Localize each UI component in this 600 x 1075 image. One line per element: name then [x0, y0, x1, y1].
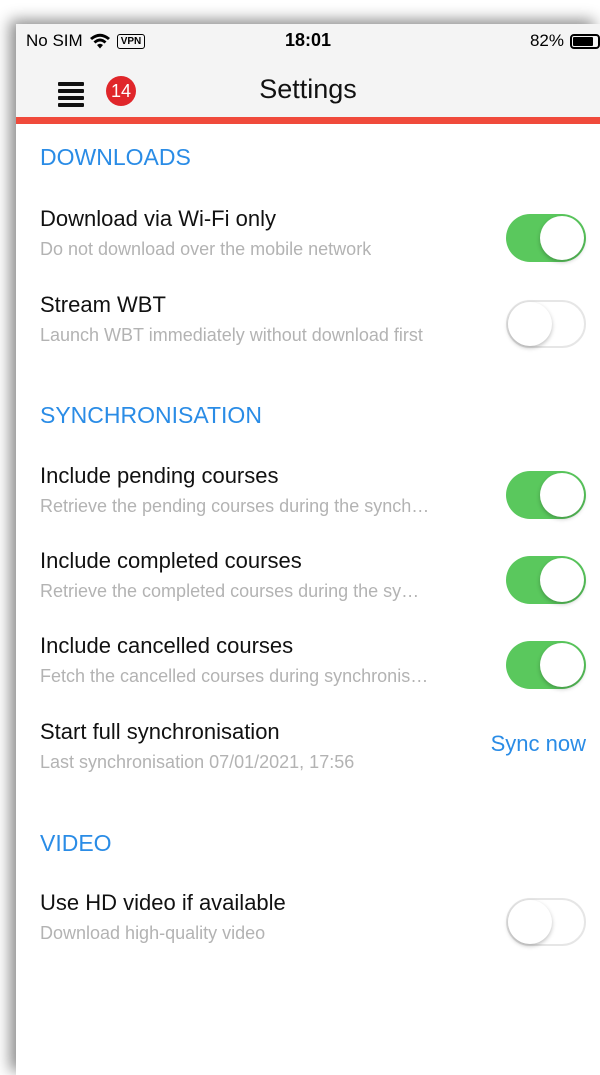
status-bar: No SIM VPN 18:01 82%: [16, 24, 600, 60]
battery-percent: 82%: [529, 31, 564, 50]
status-bar-right: 82%: [530, 31, 600, 51]
wifi-only-toggle[interactable]: [506, 214, 586, 262]
navigation-bar: 14 Settings: [16, 60, 600, 120]
stream-wbt-toggle[interactable]: [506, 300, 586, 348]
completed-courses-toggle[interactable]: [506, 556, 586, 604]
section-header-video: VIDEO: [40, 830, 112, 856]
setting-row-hd-video: Use HD video if available Download high-…: [40, 890, 586, 956]
page-title: Settings: [259, 74, 357, 104]
setting-title: Include pending courses: [40, 463, 279, 488]
setting-subtitle: Download high-quality video: [40, 923, 266, 943]
setting-row-pending-courses: Include pending courses Retrieve the pen…: [40, 463, 586, 529]
setting-subtitle: Do not download over the mobile network: [40, 239, 372, 259]
setting-subtitle: Fetch the cancelled courses during synch…: [40, 666, 429, 686]
setting-title: Start full synchronisation: [40, 719, 280, 744]
sync-now-button[interactable]: Sync now: [491, 731, 586, 757]
status-bar-time: 18:01: [284, 30, 332, 50]
setting-subtitle: Launch WBT immediately without download …: [40, 325, 423, 345]
setting-subtitle: Retrieve the completed courses during th…: [40, 581, 420, 601]
setting-subtitle: Last synchronisation 07/01/2021, 17:56: [40, 752, 355, 772]
battery-icon: [570, 33, 600, 49]
screenshot-frame: No SIM VPN 18:01 82% 14 Settings DOWNLOA…: [0, 0, 600, 1075]
setting-title: Stream WBT: [40, 292, 166, 317]
section-header-downloads: DOWNLOADS: [40, 144, 191, 170]
header-accent-line: [16, 117, 600, 124]
setting-row-wifi-only: Download via Wi-Fi only Do not download …: [40, 206, 586, 272]
cancelled-courses-toggle[interactable]: [506, 641, 586, 689]
setting-title: Include cancelled courses: [40, 633, 294, 658]
phone-screen: No SIM VPN 18:01 82% 14 Settings DOWNLOA…: [16, 24, 600, 1075]
setting-subtitle: Retrieve the pending courses during the …: [40, 496, 430, 516]
setting-row-full-sync: Start full synchronisation Last synchron…: [40, 719, 586, 785]
pending-courses-toggle[interactable]: [506, 471, 586, 519]
hd-video-toggle[interactable]: [506, 898, 586, 946]
setting-title: Include completed courses: [40, 548, 302, 573]
setting-title: Use HD video if available: [40, 890, 286, 915]
setting-title: Download via Wi-Fi only: [40, 206, 276, 231]
section-header-synchronisation: SYNCHRONISATION: [40, 402, 262, 428]
setting-row-completed-courses: Include completed courses Retrieve the c…: [40, 548, 586, 614]
setting-row-cancelled-courses: Include cancelled courses Fetch the canc…: [40, 633, 586, 699]
setting-row-stream-wbt: Stream WBT Launch WBT immediately withou…: [40, 292, 586, 358]
